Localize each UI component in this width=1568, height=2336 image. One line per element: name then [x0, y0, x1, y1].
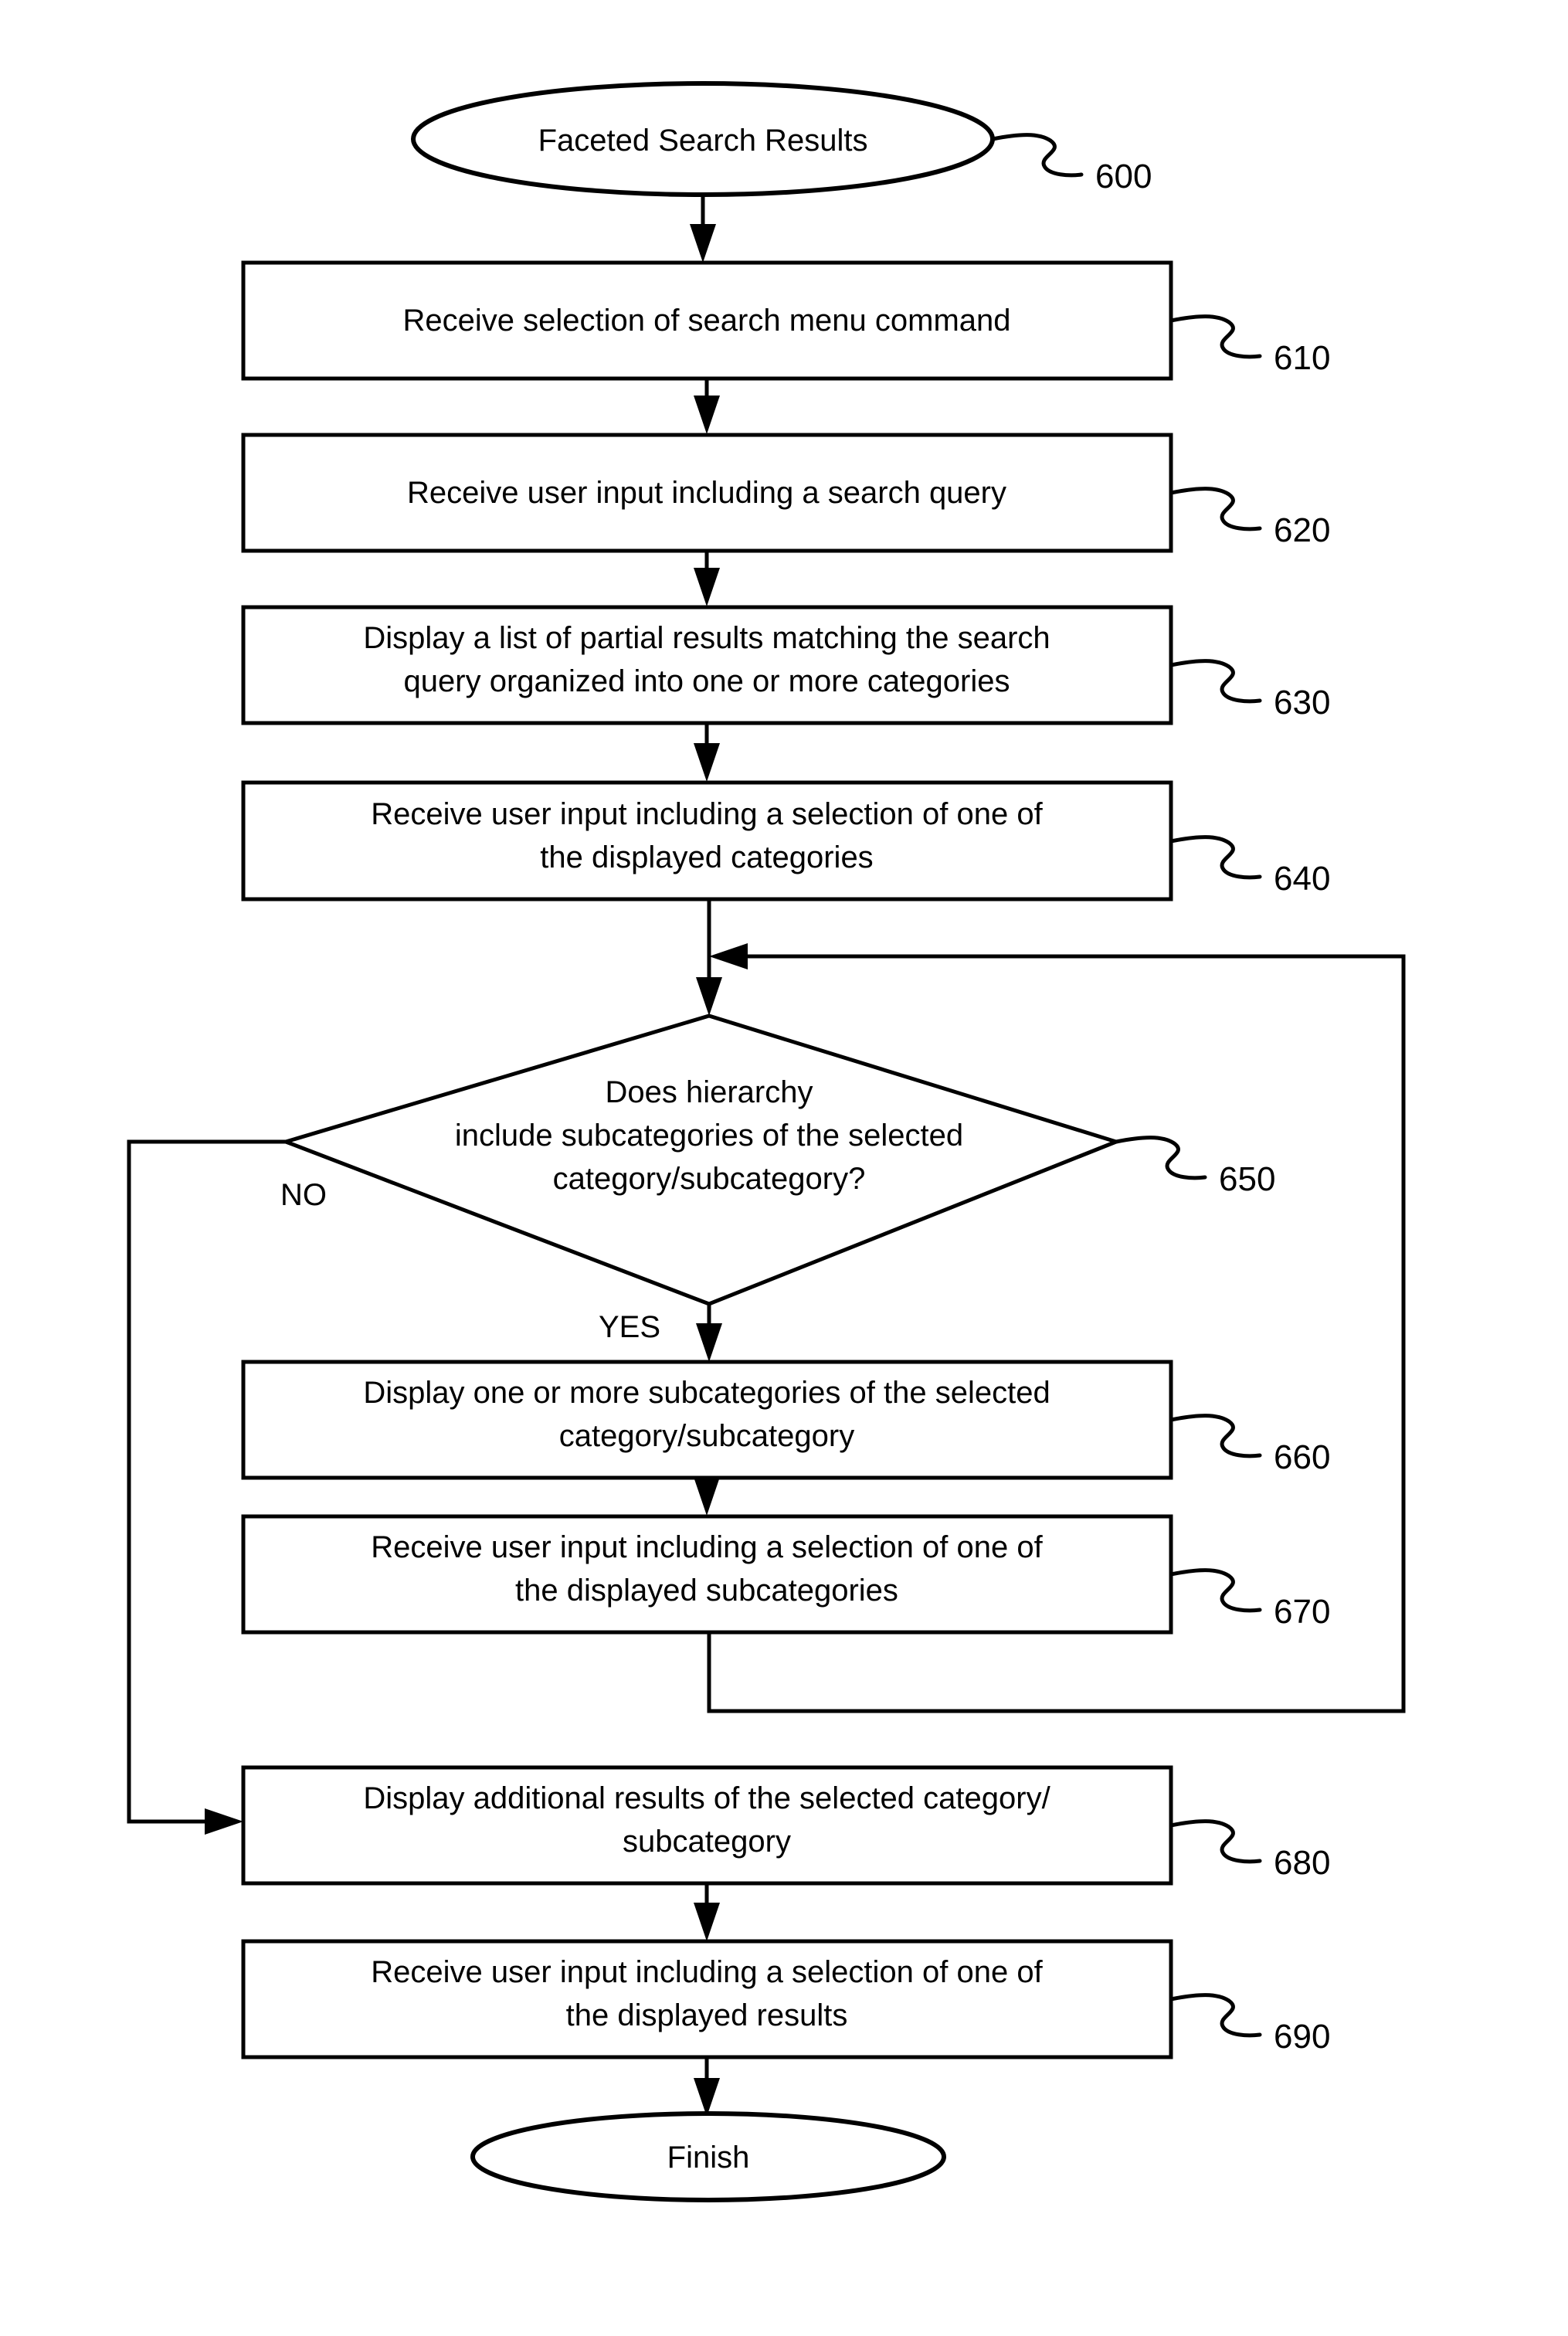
node-step-630: Display a list of partial results matchi…: [241, 605, 1173, 725]
decision-650-label-line2: include subcategories of the selected: [455, 1119, 963, 1153]
leader-line-660: [1169, 1414, 1262, 1458]
edge-690-finish: [694, 2057, 720, 2117]
node-step-680: Display additional results of the select…: [241, 1765, 1173, 1886]
flowchart-canvas: Faceted Search Results 600 Receive selec…: [127, 81, 1406, 2202]
decision-650-diamond: [280, 1014, 1122, 1306]
step-660-label-line1: Display one or more subcategories of the…: [363, 1376, 1050, 1410]
edge-650-660-yes: [696, 1304, 722, 1362]
node-finish: Finish: [470, 2111, 946, 2202]
finish-oval-label: Finish: [667, 2141, 750, 2175]
leader-line-690: [1169, 1993, 1262, 2038]
ref-number-670: 670: [1274, 1593, 1330, 1631]
step-690-label-line1: Receive user input including a selection…: [371, 1955, 1043, 1989]
step-680-label-line1: Display additional results of the select…: [363, 1781, 1050, 1815]
branch-label-no: NO: [280, 1178, 327, 1212]
step-660-label-line2: category/subcategory: [559, 1419, 854, 1453]
node-step-620: Receive user input including a search qu…: [241, 433, 1173, 553]
ref-number-640: 640: [1274, 860, 1330, 898]
step-610-label-line1: Receive selection of search menu command: [402, 304, 1010, 338]
edge-650-680-no: [127, 1139, 286, 1835]
edge-610-620-arrowhead: [694, 396, 720, 434]
edge-660-670-arrowhead: [694, 1477, 720, 1516]
leader-line-670: [1169, 1568, 1262, 1613]
node-step-660: Display one or more subcategories of the…: [241, 1360, 1173, 1480]
edge-660-670: [694, 1477, 720, 1516]
edge-600-610-arrowhead: [690, 224, 716, 263]
leader-line-650: [1114, 1136, 1207, 1180]
step-620-label-line1: Receive user input including a search qu…: [407, 476, 1006, 510]
step-630-label-line2: query organized into one or more categor…: [404, 664, 1010, 698]
ref-number-610: 610: [1274, 339, 1330, 377]
node-step-640: Receive user input including a selection…: [241, 780, 1173, 901]
leader-line-600: [990, 133, 1084, 178]
flowchart-figure: Faceted Search Results 600 Receive selec…: [0, 0, 1568, 2336]
no-branch-path: [127, 1139, 286, 1824]
ref-number-650: 650: [1219, 1160, 1275, 1198]
step-670-label-line1: Receive user input including a selection…: [371, 1530, 1043, 1564]
node-step-610: Receive selection of search menu command: [241, 260, 1173, 381]
step-640-label-line2: the displayed categories: [540, 840, 873, 874]
edge-620-630: [694, 551, 720, 606]
ref-number-600: 600: [1095, 158, 1152, 195]
ref-number-660: 660: [1274, 1438, 1330, 1476]
edge-680-690-arrowhead: [694, 1903, 720, 1941]
leader-line-680: [1169, 1819, 1262, 1864]
node-step-690: Receive user input including a selection…: [241, 1939, 1173, 2059]
ref-number-630: 630: [1274, 684, 1330, 722]
node-decision-650: Does hierarchy include subcategories of …: [280, 1014, 1122, 1306]
start-oval-label: Faceted Search Results: [538, 124, 868, 158]
leader-line-640: [1169, 835, 1262, 880]
edge-610-620: [694, 379, 720, 434]
no-branch-arrowhead: [205, 1808, 243, 1835]
branch-label-yes: YES: [599, 1310, 660, 1344]
node-start-600: Faceted Search Results: [411, 81, 995, 197]
ref-number-680: 680: [1274, 1844, 1330, 1882]
decision-650-label-line1: Does hierarchy: [605, 1075, 813, 1109]
edge-630-640-arrowhead: [694, 743, 720, 782]
edge-630-640: [694, 723, 720, 782]
leader-line-610: [1169, 314, 1262, 359]
ref-number-690: 690: [1274, 2018, 1330, 2056]
step-670-label-line2: the displayed subcategories: [515, 1574, 898, 1608]
edge-640-650-arrowhead: [696, 977, 722, 1016]
decision-650-label-line3: category/subcategory?: [553, 1162, 866, 1196]
step-680-label-line2: subcategory: [623, 1825, 791, 1859]
edge-680-690: [694, 1883, 720, 1941]
leader-line-630: [1169, 659, 1262, 704]
edge-620-630-arrowhead: [694, 568, 720, 606]
edge-690-finish-arrowhead: [694, 2078, 720, 2117]
step-690-label-line2: the displayed results: [566, 1998, 848, 2032]
loopback-arrowhead: [709, 943, 748, 969]
step-630-label-line1: Display a list of partial results matchi…: [363, 621, 1050, 655]
ref-number-620: 620: [1274, 511, 1330, 549]
step-640-label-line1: Receive user input including a selection…: [371, 797, 1043, 831]
edge-600-610: [690, 195, 716, 263]
leader-line-620: [1169, 487, 1262, 531]
node-step-670: Receive user input including a selection…: [241, 1514, 1173, 1635]
edge-650-660-arrowhead: [696, 1323, 722, 1362]
